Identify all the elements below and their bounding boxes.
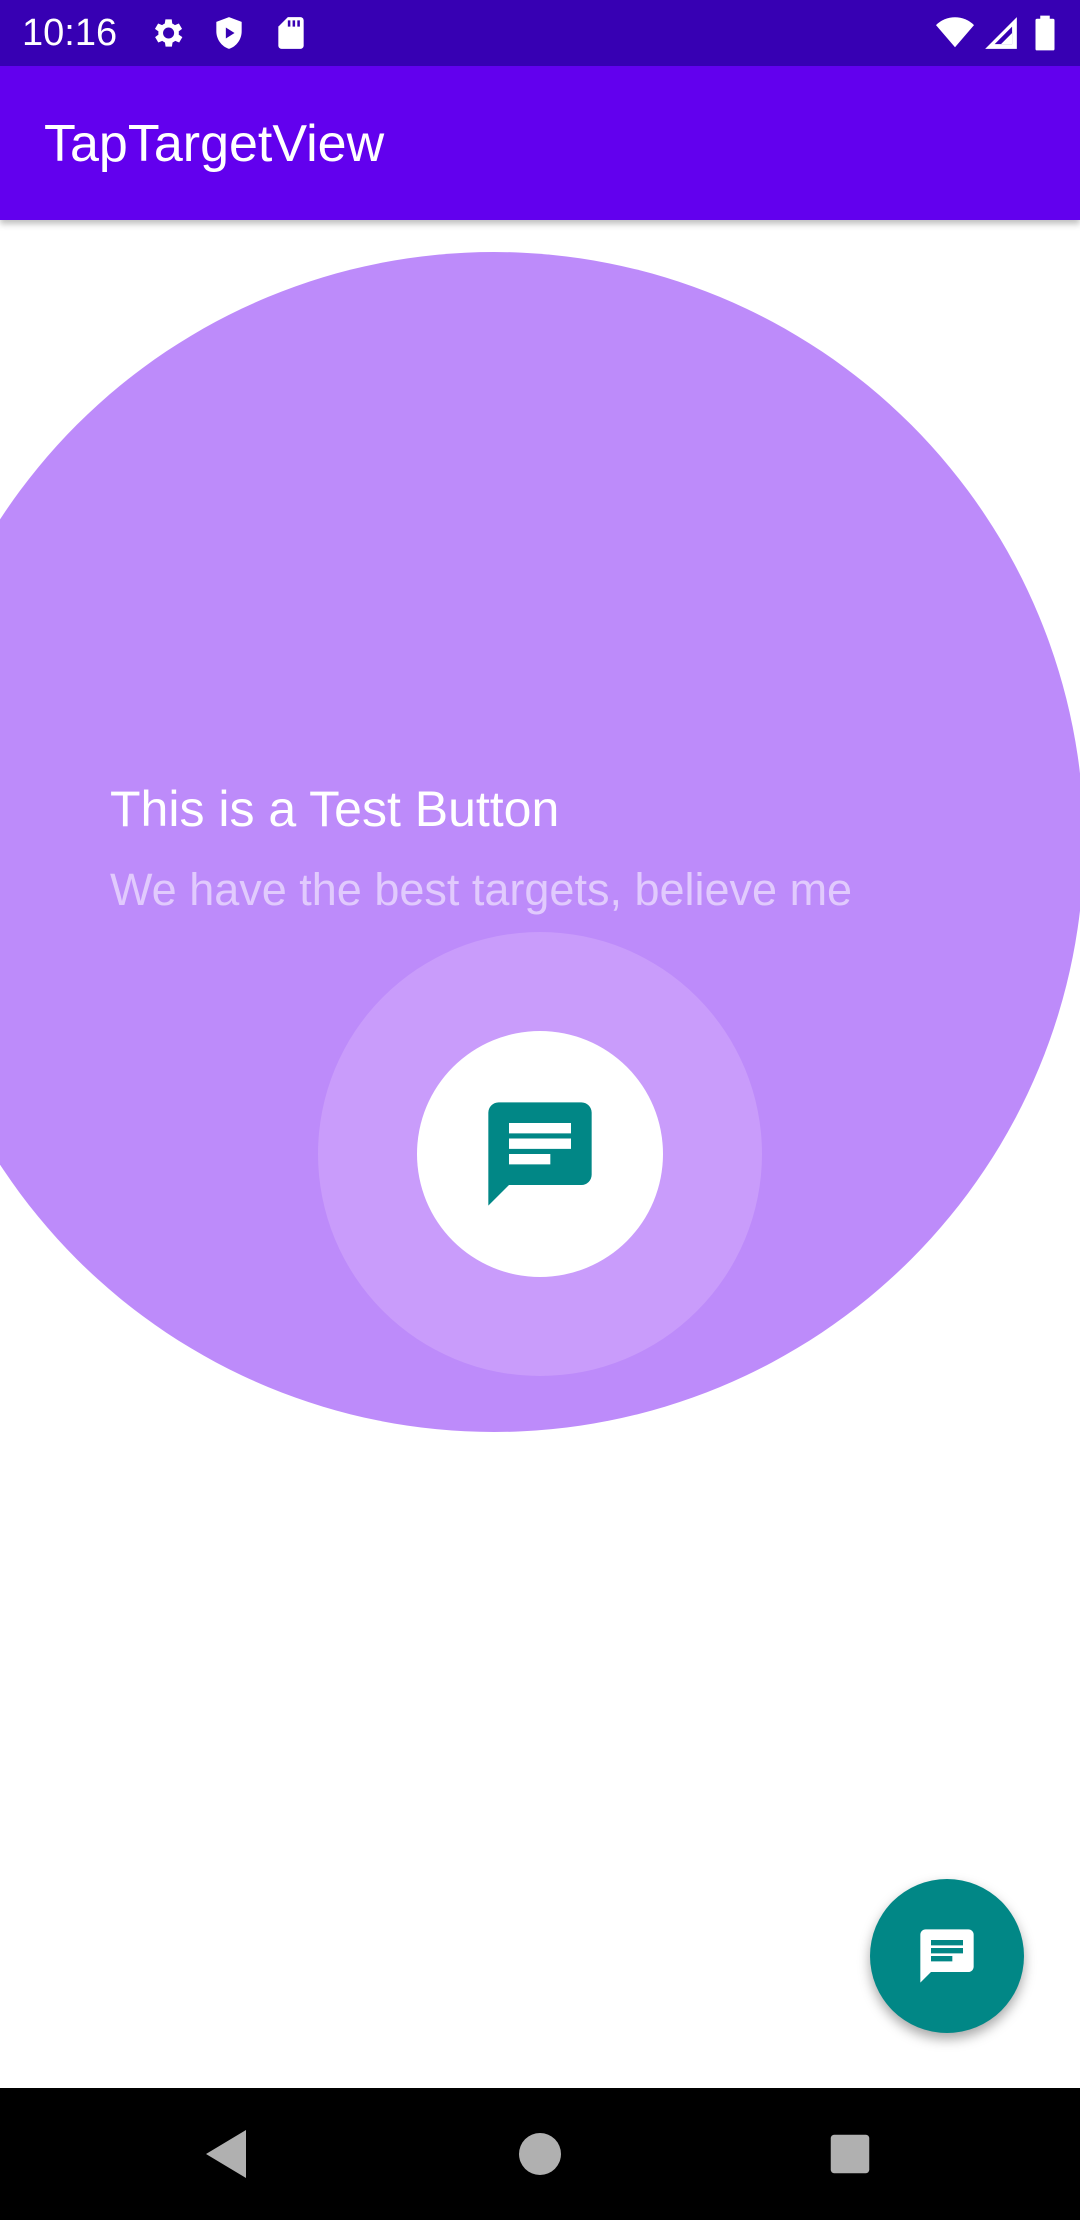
tap-target-title: This is a Test Button [110,781,560,837]
tap-target-description: We have the best targets, believe me [110,864,853,915]
message-icon [478,1092,602,1216]
play-protect-shield-icon [210,14,248,52]
recents-button[interactable] [806,2110,894,2198]
screen: 10:16 TapTargetView This is a Test Butto… [0,0,1080,2220]
status-time: 10:16 [22,12,118,54]
message-icon [915,1924,979,1988]
home-icon [519,2133,561,2175]
app-title: TapTargetView [44,115,385,173]
system-navigation-bar [0,2088,1080,2220]
battery-icon [1030,14,1060,52]
back-button[interactable] [182,2110,270,2198]
tap-target-button[interactable] [417,1031,663,1277]
home-button[interactable] [496,2110,584,2198]
cell-signal-icon [982,14,1020,52]
back-icon [202,2128,250,2180]
settings-gear-icon [148,14,186,52]
fab-message-button[interactable] [870,1879,1024,2033]
recents-icon [829,2133,871,2175]
sd-card-icon [272,14,310,52]
status-bar: 10:16 [0,0,1080,66]
wifi-icon [934,14,976,52]
app-bar: TapTargetView [0,66,1080,220]
